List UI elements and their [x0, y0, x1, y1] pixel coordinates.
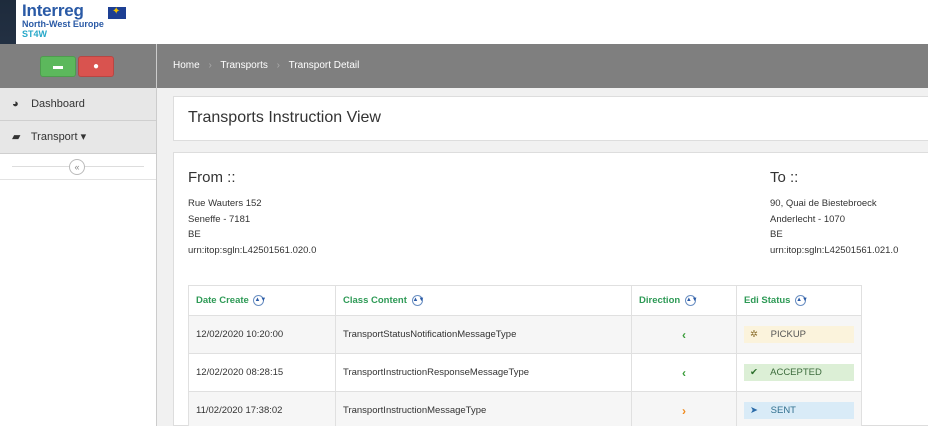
cell-date: 12/02/2020 10:20:00: [188, 315, 336, 354]
to-country: BE: [770, 229, 783, 240]
cell-edi-status: ➤ SENT: [736, 391, 862, 426]
status-badge: ✲ PICKUP: [744, 326, 854, 343]
sort-icon[interactable]: ▲▼: [684, 294, 698, 306]
breadcrumb-home[interactable]: Home: [173, 60, 200, 71]
from-country: BE: [188, 229, 201, 240]
from-street: Rue Wauters 152: [188, 198, 262, 209]
sidebar: ▬ ● ◕ Dashboard ▰ Transport ▾ «: [0, 44, 157, 426]
sidebar-item-dashboard[interactable]: ◕ Dashboard: [0, 88, 156, 121]
from-heading: From ::: [188, 169, 236, 186]
to-urn: urn:itop:sgln:L42501561.021.0: [770, 244, 899, 256]
cell-edi-status: ✔ ACCEPTED: [736, 353, 862, 392]
interreg-logo[interactable]: Interreg North-West Europe ST4W: [22, 1, 126, 39]
status-badge: ✔ ACCEPTED: [744, 364, 854, 381]
column-header-edi-status[interactable]: Edi Status ▲▼: [736, 285, 862, 316]
title-panel: Transports Instruction View: [173, 96, 928, 141]
tachometer-icon: ◕: [12, 98, 19, 110]
to-address: To :: 90, Quai de Biestebroeck Anderlech…: [770, 169, 898, 258]
cell-date: 11/02/2020 17:38:02: [188, 391, 336, 426]
paper-plane-icon: ➤: [750, 405, 758, 416]
user-button[interactable]: ●: [78, 56, 114, 77]
to-city: Anderlecht - 1070: [770, 213, 845, 225]
check-icon: ✔: [750, 367, 758, 378]
cell-date: 12/02/2020 08:28:15: [188, 353, 336, 392]
cell-class-content: TransportInstructionMessageType: [335, 391, 632, 426]
breadcrumb: Home › Transports › Transport Detail: [157, 44, 928, 88]
page-title: Transports Instruction View: [188, 109, 381, 126]
logo-line-3: ST4W: [22, 29, 48, 39]
user-icon: ●: [92, 61, 100, 72]
direction-inbound-icon: ‹: [631, 315, 737, 354]
from-urn: urn:itop:sgln:L42501561.020.0: [188, 244, 317, 256]
cell-class-content: TransportInstructionResponseMessageType: [335, 353, 632, 392]
sort-icon[interactable]: ▲▼: [795, 294, 808, 306]
main-content: Transports Instruction View From :: Rue …: [157, 88, 928, 426]
table-row[interactable]: 12/02/2020 08:28:15 TransportInstruction…: [188, 353, 862, 392]
sidebar-item-transport[interactable]: ▰ Transport ▾: [0, 121, 156, 154]
direction-inbound-icon: ‹: [631, 353, 737, 392]
logo-line-1: Interreg: [22, 1, 84, 20]
column-header-direction[interactable]: Direction ▲▼: [631, 285, 737, 316]
truck-icon: ▬: [53, 61, 63, 72]
messages-table: Date Create ▲▼ Class Content ▲▼ Directio…: [188, 285, 862, 426]
cell-class-content: TransportStatusNotificationMessageType: [335, 315, 632, 354]
truck-icon: ▰: [12, 131, 21, 143]
transport-detail-panel: From :: Rue Wauters 152 Seneffe - 7181 B…: [173, 152, 928, 426]
eu-flag-icon: [108, 6, 126, 19]
app-header: Interreg North-West Europe ST4W: [16, 0, 928, 44]
direction-outbound-icon: ›: [631, 391, 737, 426]
from-address: From :: Rue Wauters 152 Seneffe - 7181 B…: [188, 169, 316, 258]
table-row[interactable]: 12/02/2020 10:20:00 TransportStatusNotif…: [188, 315, 862, 354]
from-city: Seneffe - 7181: [188, 213, 251, 225]
sidebar-item-label: Transport: [30, 131, 78, 143]
column-header-date-create[interactable]: Date Create ▲▼: [188, 285, 336, 316]
breadcrumb-separator: ›: [208, 60, 212, 71]
cell-edi-status: ✲ PICKUP: [736, 315, 862, 354]
sidebar-collapse-row: «: [0, 154, 156, 180]
collapse-sidebar-button[interactable]: «: [69, 159, 85, 175]
truck-button[interactable]: ▬: [40, 56, 76, 77]
logo-line-2: North-West Europe: [22, 19, 104, 29]
column-header-class-content[interactable]: Class Content ▲▼: [335, 285, 632, 316]
to-street: 90, Quai de Biestebroeck: [770, 198, 877, 209]
breadcrumb-transport-detail: Transport Detail: [288, 60, 360, 71]
sidebar-toolbar: ▬ ●: [0, 44, 156, 88]
status-badge: ➤ SENT: [744, 402, 854, 419]
sort-icon[interactable]: ▲▼: [253, 294, 266, 306]
sort-icon[interactable]: ▲▼: [411, 294, 424, 306]
sidebar-item-label: Dashboard: [31, 98, 85, 110]
breadcrumb-separator: ›: [276, 60, 280, 71]
breadcrumb-transports[interactable]: Transports: [220, 60, 267, 71]
gear-icon: ✲: [750, 329, 758, 340]
to-heading: To ::: [770, 169, 799, 186]
chevron-down-icon: ▾: [80, 131, 87, 143]
table-header-row: Date Create ▲▼ Class Content ▲▼ Directio…: [188, 285, 862, 316]
table-row[interactable]: 11/02/2020 17:38:02 TransportInstruction…: [188, 391, 862, 426]
